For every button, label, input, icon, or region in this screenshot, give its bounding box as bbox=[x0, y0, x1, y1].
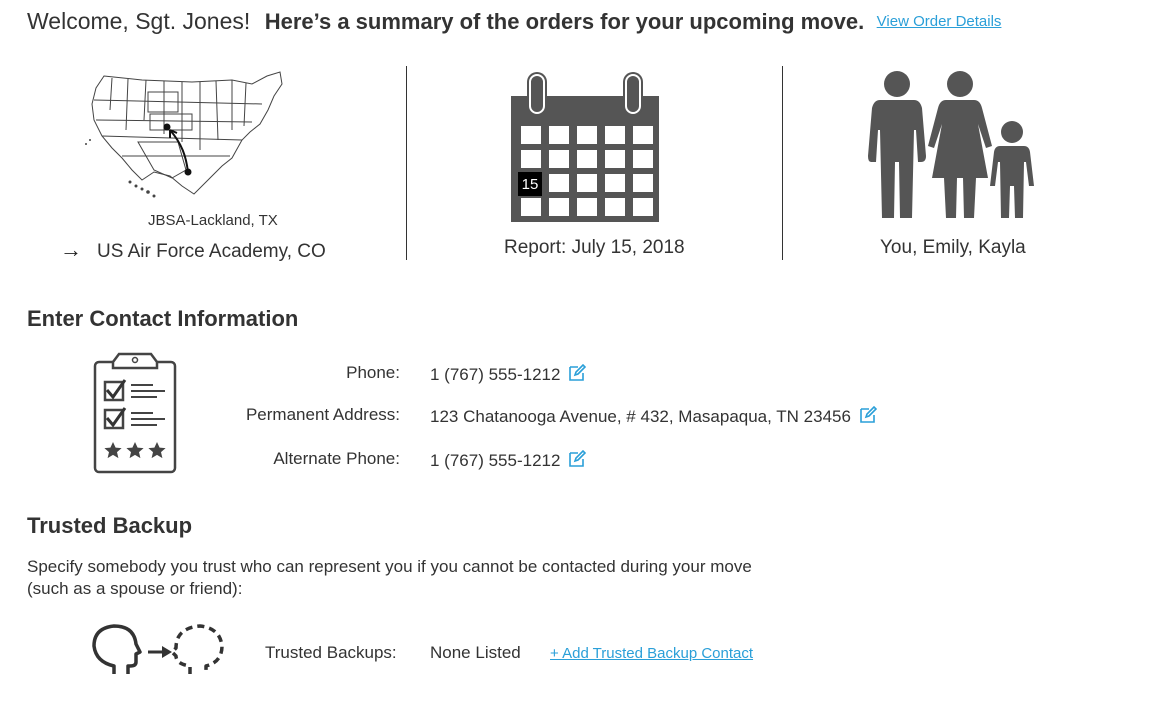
calendar-cell bbox=[521, 198, 541, 216]
summary-heading: Here’s a summary of the orders for your … bbox=[264, 9, 865, 34]
calendar-cell bbox=[633, 174, 653, 192]
us-map-route-icon bbox=[82, 70, 284, 210]
family-icon bbox=[866, 70, 1036, 227]
backup-description: Specify somebody you trust who can repre… bbox=[27, 556, 827, 600]
address-label: Permanent Address: bbox=[245, 405, 400, 424]
greeting-text: Welcome, Sgt. Jones! bbox=[27, 8, 251, 34]
trusted-backups-value: None Listed bbox=[430, 643, 521, 662]
address-row: 123 Chatanooga Avenue, # 432, Masapaqua,… bbox=[430, 406, 877, 427]
edit-alternate-phone-icon[interactable] bbox=[568, 450, 587, 468]
calendar-cell bbox=[521, 126, 541, 144]
contact-section-title: Enter Contact Information bbox=[27, 306, 299, 331]
destination-location: US Air Force Academy, CO bbox=[97, 241, 326, 262]
destination-row: → US Air Force Academy, CO bbox=[60, 237, 326, 263]
calendar-cell bbox=[605, 198, 625, 216]
calendar-cell bbox=[549, 174, 569, 192]
calendar-cell bbox=[577, 150, 597, 168]
address-value: 123 Chatanooga Avenue, # 432, Masapaqua,… bbox=[430, 407, 851, 426]
phone-label: Phone: bbox=[346, 363, 400, 382]
report-date: Report: July 15, 2018 bbox=[504, 237, 685, 258]
trusted-backup-heads-icon bbox=[92, 624, 226, 685]
family-members: You, Emily, Kayla bbox=[880, 237, 1026, 258]
calendar-cell bbox=[577, 198, 597, 216]
calendar-cell bbox=[605, 174, 625, 192]
calendar-cell bbox=[521, 150, 541, 168]
calendar-cell bbox=[577, 126, 597, 144]
calendar-cell bbox=[577, 174, 597, 192]
phone-value: 1 (767) 555-1212 bbox=[430, 365, 561, 384]
origin-location: JBSA-Lackland, TX bbox=[148, 212, 278, 229]
add-trusted-backup-link[interactable]: + Add Trusted Backup Contact bbox=[550, 645, 753, 662]
welcome-header: Welcome, Sgt. Jones! Here’s a summary of… bbox=[27, 8, 1001, 35]
calendar-icon: 15 bbox=[511, 72, 661, 229]
backup-description-line-1: Specify somebody you trust who can repre… bbox=[27, 557, 752, 576]
alternate-phone-row: 1 (767) 555-1212 bbox=[430, 450, 587, 471]
backup-section-title: Trusted Backup bbox=[27, 513, 193, 538]
phone-row: 1 (767) 555-1212 bbox=[430, 364, 587, 385]
alternate-phone-value: 1 (767) 555-1212 bbox=[430, 451, 561, 470]
arrow-right-icon: → bbox=[60, 237, 82, 262]
calendar-cell bbox=[633, 126, 653, 144]
calendar-cell bbox=[633, 198, 653, 216]
calendar-cell bbox=[605, 150, 625, 168]
calendar-cell bbox=[605, 126, 625, 144]
panel-divider bbox=[406, 66, 407, 260]
trusted-backups-label: Trusted Backups: bbox=[265, 643, 397, 662]
clipboard-checklist-icon bbox=[93, 352, 179, 481]
calendar-day-number: 15 bbox=[522, 176, 539, 193]
edit-phone-icon[interactable] bbox=[568, 364, 587, 382]
calendar-cell bbox=[549, 126, 569, 144]
calendar-cell bbox=[633, 150, 653, 168]
view-order-details-link[interactable]: View Order Details bbox=[877, 13, 1002, 30]
calendar-cell bbox=[549, 150, 569, 168]
backup-description-line-2: (such as a spouse or friend): bbox=[27, 579, 243, 598]
calendar-cell bbox=[549, 198, 569, 216]
panel-divider bbox=[782, 66, 783, 260]
edit-address-icon[interactable] bbox=[859, 406, 877, 424]
alternate-phone-label: Alternate Phone: bbox=[273, 449, 400, 468]
